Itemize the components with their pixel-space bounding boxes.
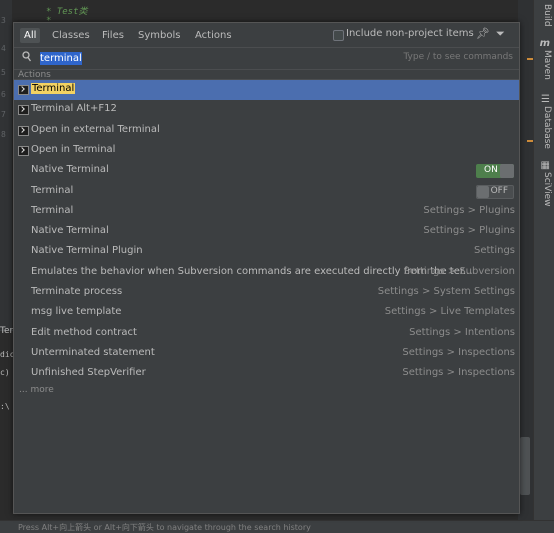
tab-actions[interactable]: Actions (195, 28, 232, 43)
result-row[interactable]: Terminate process Settings > System Setti… (14, 283, 519, 303)
result-location: Settings > Live Templates (384, 306, 515, 317)
code-comment: * Test类 (46, 7, 88, 17)
search-row: terminal Type / to see commands (14, 47, 519, 70)
result-label: Terminal (31, 185, 74, 196)
build-tool-tab[interactable]: Build (542, 4, 552, 27)
editor-gutter: 3 4 5 6 7 8 (0, 0, 12, 330)
filter-icon[interactable]: ⏷ (496, 27, 505, 41)
result-row[interactable]: Terminal Alt+F12 (14, 100, 519, 120)
more-link[interactable]: ... more (19, 385, 54, 395)
line-number: 4 (1, 44, 6, 53)
toggle-knob (477, 186, 489, 198)
maven-icon: m (539, 38, 550, 49)
result-row[interactable]: Native Terminal Plugin Settings (14, 242, 519, 262)
database-tool-tab[interactable]: Database (542, 106, 552, 149)
include-non-project-checkbox[interactable] (333, 30, 344, 41)
result-row[interactable]: Open in Terminal (14, 141, 519, 161)
line-number: 3 (1, 16, 6, 25)
result-label: Native Terminal Plugin (31, 245, 143, 256)
terminal-icon (18, 105, 29, 115)
toggle-knob (500, 164, 514, 178)
result-row[interactable]: Edit method contract Settings > Intention… (14, 324, 519, 344)
tab-classes[interactable]: Classes (52, 28, 90, 43)
result-row[interactable]: Native Terminal Settings > Plugins (14, 222, 519, 242)
toggle-label: ON (484, 165, 498, 175)
line-number: 8 (1, 130, 6, 139)
search-icon (22, 51, 31, 62)
result-label: Terminal (31, 205, 74, 216)
result-label: Terminate process (31, 286, 123, 297)
toggle-switch[interactable]: OFF (476, 185, 514, 199)
result-label: Unterminated statement (31, 347, 155, 358)
sciview-tool-tab[interactable]: SciView (542, 172, 552, 207)
result-row[interactable]: Terminal Settings > Plugins (14, 202, 519, 222)
result-label: Edit method contract (31, 327, 137, 338)
search-input[interactable]: terminal (40, 52, 82, 65)
database-icon: ☰ (541, 94, 550, 105)
right-tool-strip: Build m Maven ☰ Database ▦ SciView (533, 0, 554, 532)
result-location: Settings (473, 245, 515, 256)
scrollbar-thumb[interactable] (520, 437, 530, 495)
terminal-line: :\ (0, 402, 10, 411)
maven-tool-tab[interactable]: Maven (542, 50, 552, 80)
result-label: msg live template (31, 306, 122, 317)
toggle-switch[interactable]: ON (476, 164, 514, 178)
result-row[interactable]: msg live template Settings > Live Templat… (14, 303, 519, 323)
line-number: 5 (1, 68, 6, 77)
tab-symbols[interactable]: Symbols (138, 28, 180, 43)
result-row[interactable]: Terminal OFF (14, 182, 519, 202)
result-location: Settings > Plugins (423, 205, 515, 216)
result-label: Open in external Terminal (31, 124, 160, 135)
terminal-icon (18, 85, 29, 95)
terminal-icon (18, 146, 29, 156)
terminal-tab[interactable]: Ter (0, 326, 13, 336)
result-row[interactable]: Native Terminal ON (14, 161, 519, 181)
result-location: Settings > Plugins (423, 225, 515, 236)
match-highlight: Terminal (31, 83, 76, 94)
result-row[interactable]: Open in external Terminal (14, 121, 519, 141)
result-label: Open in Terminal (31, 144, 116, 155)
result-location: Settings > Intentions (409, 327, 515, 338)
line-number: 7 (1, 110, 6, 119)
result-label: Terminal (31, 83, 76, 94)
result-label: Native Terminal (31, 164, 109, 175)
terminal-line: c) (0, 368, 10, 377)
line-number: 6 (1, 90, 6, 99)
toggle-label: OFF (490, 186, 508, 196)
result-location: Settings > Inspections (402, 367, 515, 378)
result-label: Terminal Alt+F12 (31, 103, 117, 114)
result-row[interactable]: Unfinished StepVerifier Settings > Inspec… (14, 364, 519, 384)
search-everywhere-popup: All Classes Files Symbols Actions Includ… (13, 22, 520, 514)
result-label: Unfinished StepVerifier (31, 367, 146, 378)
result-location: Settings > System Settings (377, 286, 515, 297)
include-non-project-label[interactable]: Include non-project items (346, 28, 474, 39)
pin-icon[interactable]: 📌︎ (476, 27, 490, 40)
result-location: Settings > Inspections (402, 347, 515, 358)
sciview-icon: ▦ (540, 160, 550, 171)
tab-all[interactable]: All (20, 28, 41, 43)
status-hint: Press Alt+向上箭头 or Alt+向下箭头 to navigate t… (18, 523, 311, 532)
result-row[interactable]: Terminal (14, 80, 519, 100)
result-row[interactable]: Emulates the behavior when Subversion co… (14, 263, 519, 283)
result-label: Native Terminal (31, 225, 109, 236)
tab-files[interactable]: Files (102, 28, 124, 43)
tabs-row: All Classes Files Symbols Actions Includ… (14, 23, 519, 47)
terminal-icon (18, 126, 29, 136)
search-hint: Type / to see commands (403, 52, 513, 62)
result-row[interactable]: Unterminated statement Settings > Inspect… (14, 344, 519, 364)
result-location: Settings > Subversion (403, 266, 515, 277)
